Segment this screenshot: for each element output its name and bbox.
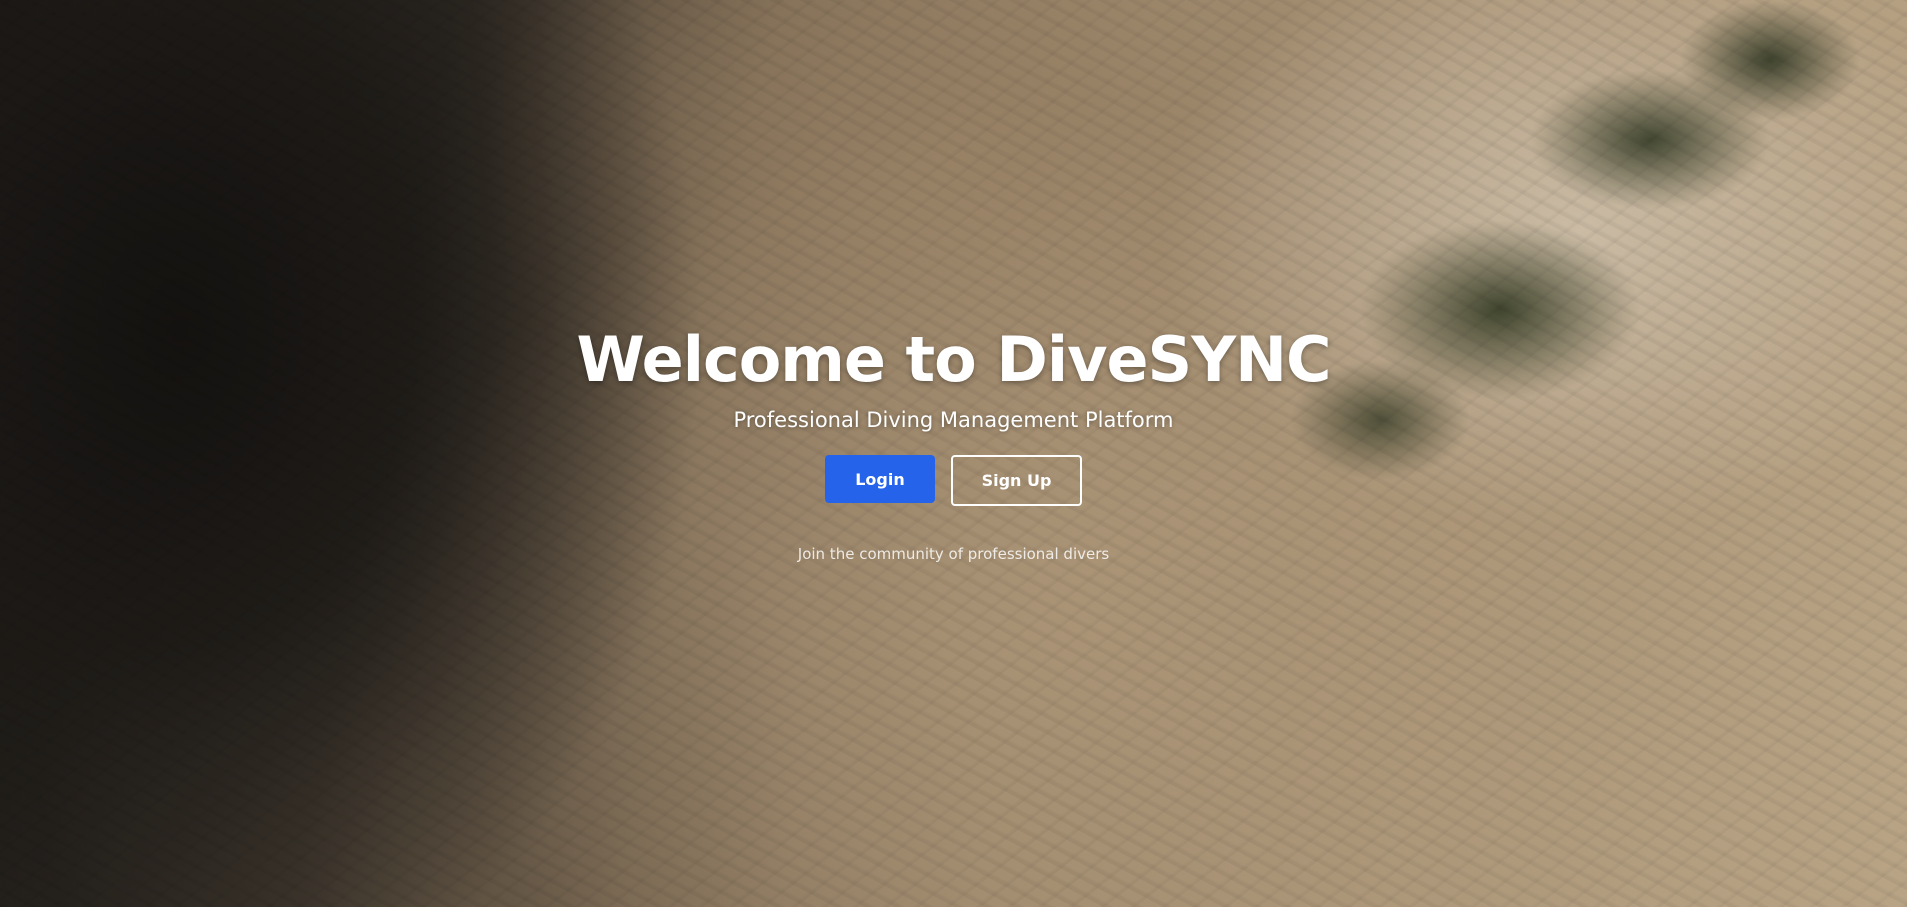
login-button[interactable]: Login bbox=[825, 455, 935, 503]
signup-button[interactable]: Sign Up bbox=[951, 455, 1082, 506]
hero-subtitle: Professional Diving Management Platform bbox=[733, 408, 1174, 432]
hero-title: Welcome to DiveSYNC bbox=[576, 323, 1331, 396]
landing-page: Welcome to DiveSYNC Professional Diving … bbox=[0, 0, 1907, 907]
community-tagline: Join the community of professional diver… bbox=[797, 545, 1110, 563]
hero-actions: Login Sign Up bbox=[0, 455, 1907, 506]
hero-content: Welcome to DiveSYNC Professional Diving … bbox=[0, 318, 1907, 564]
